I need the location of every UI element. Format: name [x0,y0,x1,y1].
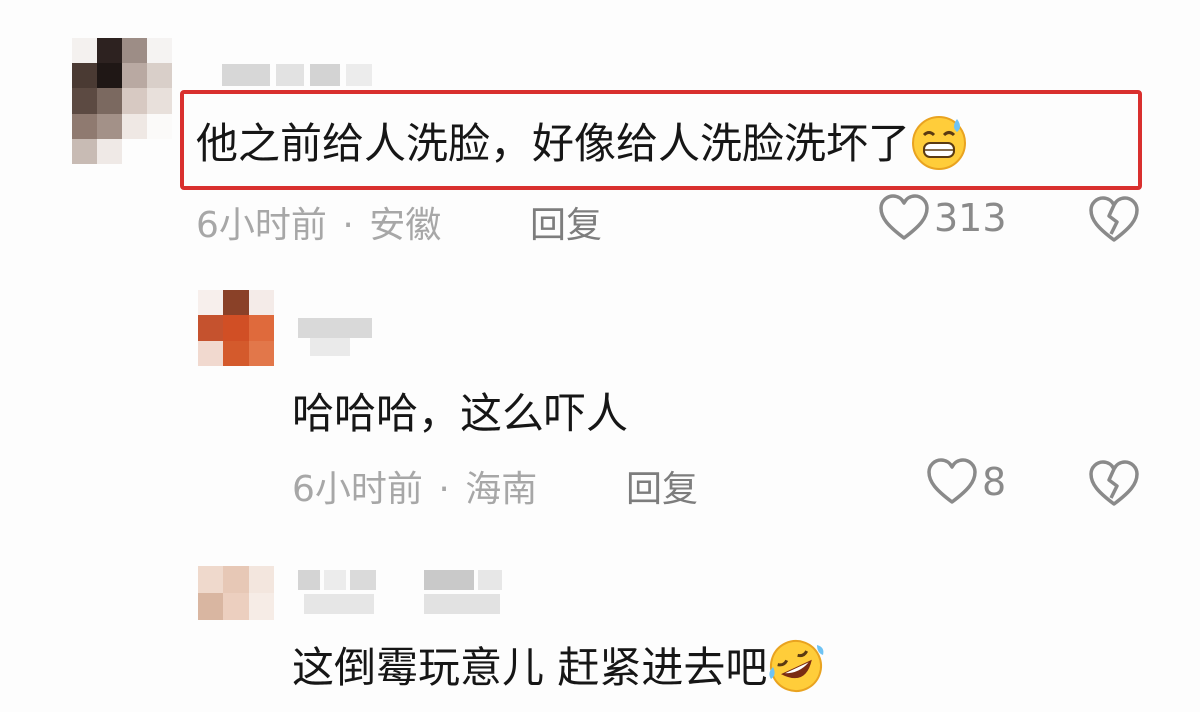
reply-button[interactable]: 回复 [626,460,698,512]
username-redacted-3 [304,594,374,614]
username-redacted[interactable] [222,64,372,86]
username-redacted[interactable] [298,318,372,338]
location: 安徽 [369,205,442,246]
rolling-laughing-emoji-icon [767,637,825,705]
comment-text-content: 他之前给人洗脸，好像给人洗脸洗坏了 [196,119,911,168]
timestamp: 6小时前 [292,469,423,510]
broken-heart-icon [1088,196,1140,248]
comment-meta: 6小时前 · 海南 [292,460,537,512]
like-count: 313 [934,196,1007,240]
heart-icon [926,458,978,506]
separator: · [438,469,450,510]
avatar[interactable] [198,290,274,366]
comment-text: 他之前给人洗脸，好像给人洗脸洗坏了 [196,110,968,181]
username-redacted[interactable] [298,570,376,590]
avatar[interactable] [198,566,274,620]
reply-button[interactable]: 回复 [530,196,602,248]
like-button[interactable]: 313 [878,194,1007,242]
dislike-button[interactable] [1088,196,1140,248]
comment-meta: 6小时前 · 安徽 [196,196,441,248]
comment-text: 哈哈哈，这么吓人 [292,389,629,438]
grin-sweat-emoji-icon [910,113,968,181]
username-redacted-4 [424,594,500,614]
heart-icon [878,194,930,242]
broken-heart-icon [1088,460,1140,512]
username-redacted-shadow [310,338,350,356]
comment-text-content: 这倒霉玩意儿 赶紧进去吧 [292,643,768,692]
comment-text: 这倒霉玩意儿 赶紧进去吧 [292,634,825,705]
like-count: 8 [982,460,1007,504]
location: 海南 [465,469,538,510]
timestamp: 6小时前 [196,205,327,246]
separator: · [342,205,354,246]
dislike-button[interactable] [1088,460,1140,512]
avatar[interactable] [72,38,172,164]
username-redacted-2 [424,570,502,590]
like-button[interactable]: 8 [926,458,1006,506]
